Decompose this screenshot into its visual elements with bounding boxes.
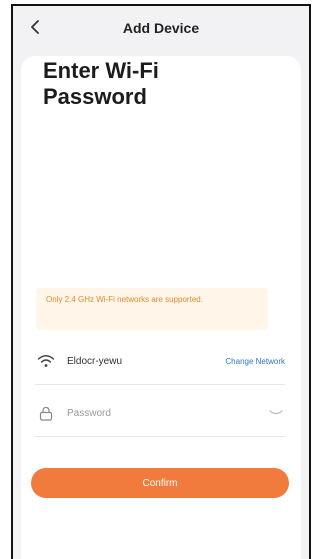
password-input[interactable]: [67, 407, 267, 419]
phone-frame: Add Device Enter Wi-Fi Password Only 2.4…: [11, 4, 311, 559]
wifi-icon: [35, 352, 57, 370]
lock-icon: [35, 404, 57, 422]
password-row: [35, 398, 285, 428]
network-name: Eldocr-yewu: [67, 355, 123, 367]
confirm-button[interactable]: Confirm: [31, 468, 289, 498]
divider: [35, 384, 285, 385]
page-title: Add Device: [122, 20, 200, 36]
top-bar: Add Device: [13, 6, 309, 50]
change-network-link[interactable]: Change Network: [225, 357, 285, 366]
heading: Enter Wi-Fi Password: [43, 58, 159, 109]
network-row: Eldocr-yewu Change Network: [35, 346, 285, 376]
chevron-left-icon: [29, 17, 41, 40]
divider: [35, 436, 285, 437]
frequency-notice: Only 2.4 GHz Wi-Fi networks are supporte…: [36, 288, 268, 330]
eye-hidden-icon[interactable]: [267, 408, 285, 419]
back-button[interactable]: [23, 16, 47, 40]
